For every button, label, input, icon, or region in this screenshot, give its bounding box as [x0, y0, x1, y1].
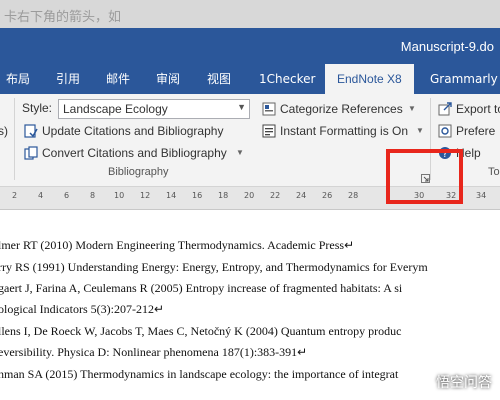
tab-layout[interactable]: 布局	[6, 64, 30, 94]
chevron-down-icon: ▼	[408, 104, 416, 113]
ruler-tick: 10	[114, 191, 125, 200]
ruler-tick: 8	[90, 191, 96, 200]
ruler-tick: 24	[296, 191, 307, 200]
categorize-references-label: Categorize References	[280, 102, 403, 116]
title-bar: Manuscript-9.do	[0, 28, 500, 64]
categorize-icon	[262, 102, 276, 116]
ruler-tick: 22	[270, 191, 281, 200]
update-citations-icon	[24, 124, 38, 138]
ruler-tick: 28	[348, 191, 359, 200]
convert-citations-label: Convert Citations and Bibliography	[42, 146, 227, 160]
ruler-tick: 4	[38, 191, 44, 200]
reference-line: rry RS (1991) Understanding Energy: Ener…	[0, 260, 428, 274]
preferences-icon	[438, 124, 452, 138]
chevron-down-icon: ▼	[237, 102, 246, 112]
ruler-tick: 20	[244, 191, 255, 200]
instant-formatting-label: Instant Formatting is On	[280, 124, 409, 138]
watermark-logo-icon	[414, 373, 432, 391]
reference-line: ological Indicators 5(3):207-212↵	[0, 302, 165, 316]
reference-line: lmer RT (2010) Modern Engineering Thermo…	[0, 238, 355, 252]
style-label: Style:	[22, 101, 53, 115]
ruler-tick: 34	[476, 191, 487, 200]
cut-off-text: s)	[0, 124, 8, 138]
style-dropdown-value: Landscape Ecology	[63, 102, 168, 116]
update-citations-label: Update Citations and Bibliography	[42, 124, 224, 138]
watermark-text: 悟空问答	[436, 375, 492, 391]
bibliography-group-label: Bibliography	[108, 166, 169, 178]
ruler-tick: 14	[166, 191, 177, 200]
ruler-tick: 18	[218, 191, 229, 200]
instant-formatting-icon	[262, 124, 276, 138]
tab-endnote[interactable]: EndNote X8	[325, 64, 414, 94]
tab-1checker[interactable]: 1Checker	[259, 64, 315, 94]
ruler-tick: 16	[192, 191, 203, 200]
tab-references[interactable]: 引用	[56, 64, 80, 94]
reference-line: hman SA (2015) Thermodynamics in landsca…	[0, 367, 399, 381]
watermark: 悟空问答	[414, 372, 492, 392]
ruler-tick: 6	[64, 191, 70, 200]
preferences-label: Prefere	[456, 124, 496, 138]
export-label: Export to	[456, 102, 500, 116]
window-title: Manuscript-9.do	[400, 39, 494, 54]
chevron-down-icon: ▼	[236, 148, 244, 157]
reference-line: eversibility. Physica D: Nonlinear pheno…	[0, 345, 308, 359]
reference-line: gaert J, Farina A, Ceulemans R (2005) En…	[0, 281, 403, 295]
tab-view[interactable]: 视图	[207, 64, 231, 94]
ribbon-separator	[14, 98, 15, 180]
tab-review[interactable]: 审阅	[156, 64, 180, 94]
export-icon	[438, 102, 452, 116]
tools-group-label: To	[488, 166, 500, 178]
convert-citations-icon	[24, 146, 38, 160]
highlight-box	[386, 149, 463, 204]
tab-mailings[interactable]: 邮件	[106, 64, 130, 94]
faded-instruction-text: 卡右下角的箭头，如	[4, 10, 122, 25]
ruler-tick: 2	[12, 191, 18, 200]
ruler-tick: 12	[140, 191, 151, 200]
reference-line: llens I, De Roeck W, Jacobs T, Maes C, N…	[0, 324, 402, 338]
chevron-down-icon: ▼	[416, 126, 424, 135]
browser-text-strip: 卡右下角的箭头，如	[0, 0, 500, 28]
ribbon-tabs: 布局 引用 邮件 审阅 视图 1Checker EndNote X8 Gramm…	[0, 64, 500, 94]
ruler-tick: 26	[322, 191, 333, 200]
tab-grammarly[interactable]: Grammarly	[430, 64, 498, 94]
style-dropdown[interactable]: Landscape Ecology ▼	[58, 99, 250, 119]
